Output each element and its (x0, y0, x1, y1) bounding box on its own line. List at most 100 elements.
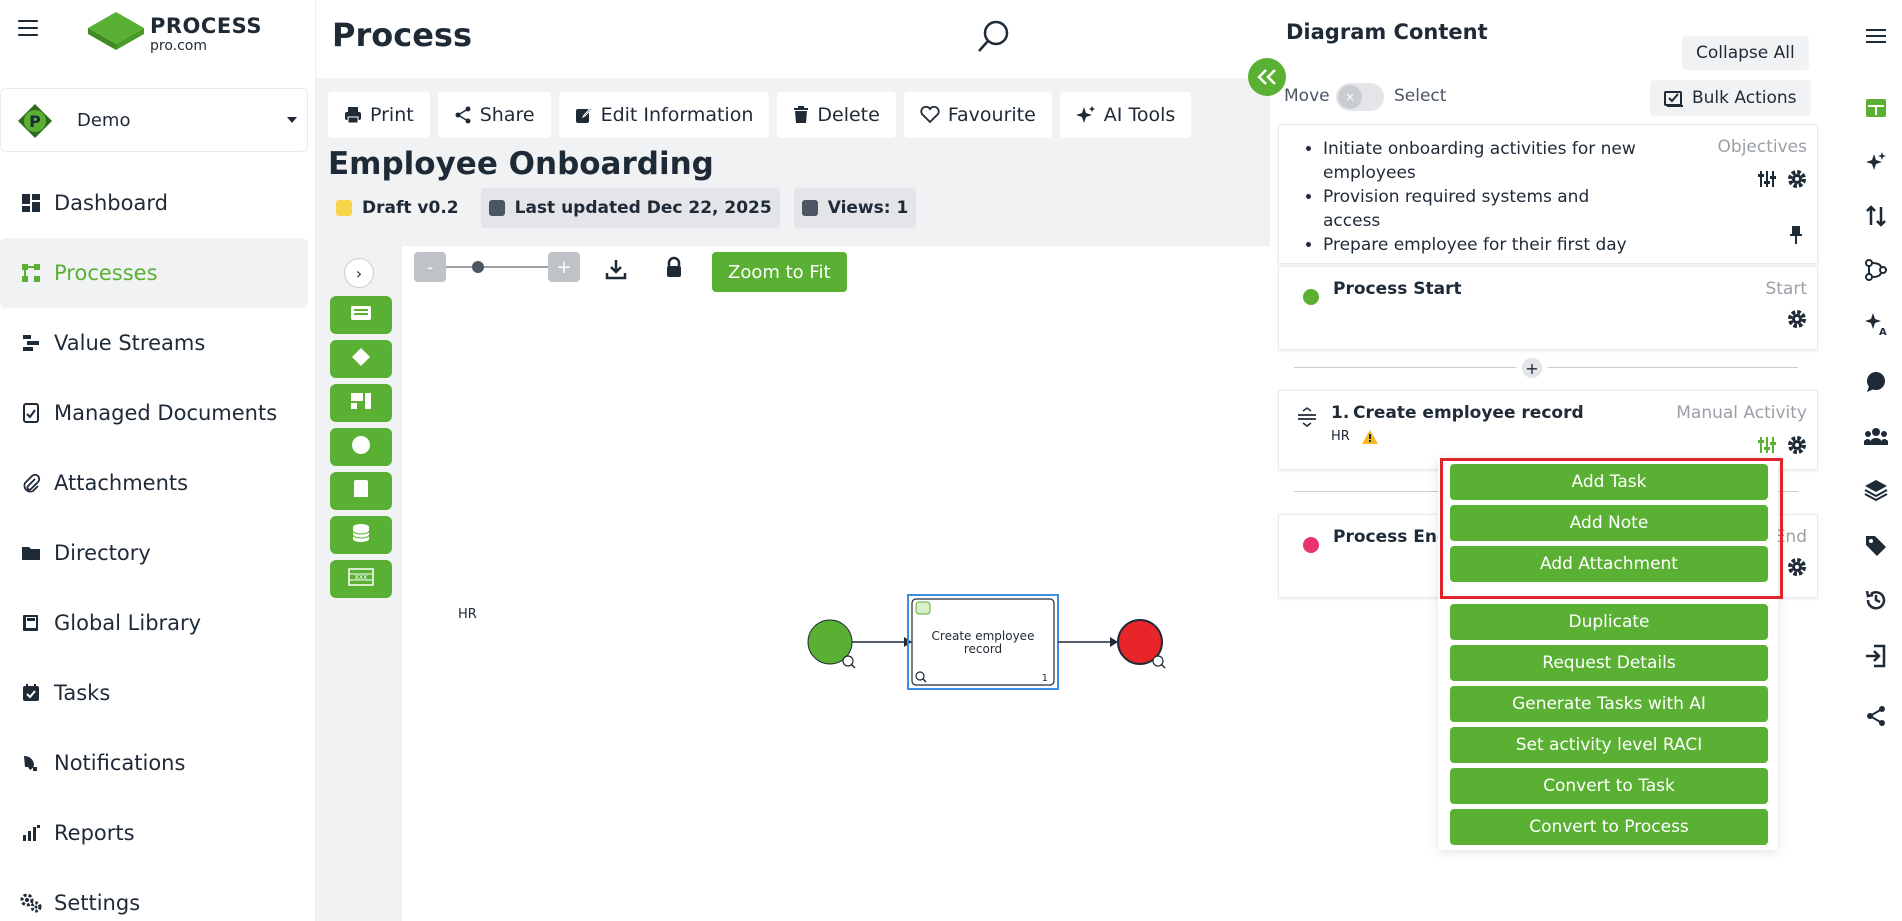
menu-icon[interactable] (1864, 24, 1888, 48)
request-details-button[interactable]: Request Details (1450, 645, 1768, 681)
megaphone-icon (20, 752, 42, 774)
sidebar-item-dashboard[interactable]: Dashboard (0, 168, 308, 238)
gear-icon[interactable] (1787, 309, 1807, 329)
sidebar-item-global-library[interactable]: Global Library (0, 588, 308, 658)
plus-icon: + (1525, 358, 1539, 378)
objectives-list: Initiate onboarding activities for new e… (1299, 137, 1639, 257)
search-icon[interactable] (976, 18, 1012, 54)
pin-icon[interactable] (1789, 225, 1803, 245)
gear-icon[interactable] (1787, 557, 1807, 577)
flow-icon[interactable] (1864, 258, 1888, 282)
expand-palette-button[interactable]: › (344, 258, 374, 288)
tool-gateway[interactable] (330, 340, 392, 378)
zoom-in-button[interactable]: + (548, 252, 580, 282)
status-badge: Draft v0.2 (328, 188, 467, 228)
start-card[interactable]: Process Start Start (1278, 266, 1818, 350)
share-button[interactable]: Share (437, 92, 551, 138)
tool-event[interactable] (330, 428, 392, 466)
move-select-toggle[interactable]: × (1336, 83, 1384, 111)
zoom-to-fit-button[interactable]: Zoom to Fit (712, 252, 847, 292)
bulk-actions-button[interactable]: Bulk Actions (1650, 80, 1811, 116)
sliders-icon[interactable] (1757, 435, 1777, 455)
tool-activity[interactable] (330, 296, 392, 334)
font-ai-icon[interactable]: A (1864, 312, 1888, 336)
sidebar-item-managed-documents[interactable]: Managed Documents (0, 378, 308, 448)
workspace-selector[interactable]: P Demo (0, 88, 308, 152)
diagram-canvas[interactable] (402, 246, 1270, 921)
calendar-check-icon (20, 682, 42, 704)
objectives-card[interactable]: Initiate onboarding activities for new e… (1278, 124, 1818, 264)
set-raci-button[interactable]: Set activity level RACI (1450, 727, 1768, 763)
generate-tasks-ai-button[interactable]: Generate Tasks with AI (1450, 686, 1768, 722)
convert-to-process-button[interactable]: Convert to Process (1450, 809, 1768, 845)
sidebar-item-settings[interactable]: Settings (0, 868, 308, 921)
download-icon[interactable] (604, 258, 628, 282)
gear-icon[interactable] (1787, 169, 1807, 189)
sliders-icon[interactable] (1757, 169, 1777, 189)
print-button[interactable]: Print (328, 92, 430, 138)
users-icon[interactable] (1864, 424, 1888, 448)
add-step-button[interactable]: + (1522, 358, 1542, 378)
sidebar-item-attachments[interactable]: Attachments (0, 448, 308, 518)
move-label: Move (1284, 86, 1330, 106)
zoom-track[interactable] (446, 266, 548, 268)
sidebar-item-label: Global Library (54, 611, 202, 635)
share-icon[interactable] (1864, 704, 1888, 728)
tool-subprocess[interactable] (330, 384, 392, 422)
activity-label: Create employee (932, 629, 1035, 643)
tags-icon[interactable] (1864, 534, 1888, 558)
shape-palette: › xxx (330, 258, 392, 603)
bulk-actions-label: Bulk Actions (1692, 88, 1797, 108)
left-sidebar: PROCESS pro.com P Demo Dashboard Process… (0, 0, 316, 921)
table-icon[interactable] (1864, 96, 1888, 120)
app-root: PROCESS pro.com P Demo Dashboard Process… (0, 0, 1902, 921)
tool-lane[interactable]: xxx (330, 560, 392, 598)
sparkle-icon (1075, 105, 1096, 125)
duplicate-button[interactable]: Duplicate (1450, 604, 1768, 640)
process-diagram: Create employee record 1 (807, 594, 1166, 690)
sidebar-item-reports[interactable]: Reports (0, 798, 308, 868)
drag-handle-icon[interactable] (1297, 407, 1317, 427)
tool-database[interactable] (330, 516, 392, 554)
process-title: Employee Onboarding (328, 146, 714, 182)
menu-icon[interactable] (18, 20, 38, 36)
layers-icon[interactable] (1864, 478, 1888, 502)
sidebar-item-tasks[interactable]: Tasks (0, 658, 308, 728)
collapse-panel-button[interactable] (1248, 58, 1286, 96)
convert-to-task-button[interactable]: Convert to Task (1450, 768, 1768, 804)
collapse-all-button[interactable]: Collapse All (1682, 36, 1809, 70)
sidebar-item-label: Processes (54, 261, 158, 285)
highlight-box (1440, 458, 1783, 599)
sort-arrows-icon[interactable] (1864, 204, 1888, 228)
sidebar-item-processes[interactable]: Processes (0, 238, 308, 308)
edit-icon (575, 106, 593, 124)
sidebar-item-value-streams[interactable]: Value Streams (0, 308, 308, 378)
tool-document[interactable] (330, 472, 392, 510)
zoom-out-button[interactable]: - (414, 252, 446, 282)
delete-label: Delete (817, 104, 880, 126)
sidebar-item-notifications[interactable]: Notifications (0, 728, 308, 798)
insert-divider: + (1294, 358, 1798, 378)
zoom-knob[interactable] (472, 261, 484, 273)
lock-icon[interactable] (662, 256, 686, 280)
activity-number: 1 (1042, 673, 1048, 684)
sparkle-icon[interactable] (1864, 150, 1888, 174)
library-icon (20, 612, 42, 634)
diamond-icon (351, 347, 371, 371)
sidebar-item-directory[interactable]: Directory (0, 518, 308, 588)
comment-icon[interactable] (1864, 370, 1888, 394)
zoom-slider[interactable]: - + (414, 252, 580, 282)
chevron-right-icon: › (355, 263, 363, 283)
history-icon[interactable] (1864, 588, 1888, 612)
logo[interactable]: PROCESS pro.com (86, 10, 261, 54)
list-icon (350, 305, 372, 325)
delete-button[interactable]: Delete (777, 92, 896, 138)
ai-tools-button[interactable]: AI Tools (1059, 92, 1192, 138)
favourite-button[interactable]: Favourite (903, 92, 1052, 138)
activity-label-2: record (964, 642, 1002, 656)
sidebar-item-label: Reports (54, 821, 135, 845)
import-icon[interactable] (1864, 644, 1888, 668)
end-magnifier-icon (1152, 655, 1166, 669)
edit-information-button[interactable]: Edit Information (558, 92, 770, 138)
gear-icon[interactable] (1787, 435, 1807, 455)
